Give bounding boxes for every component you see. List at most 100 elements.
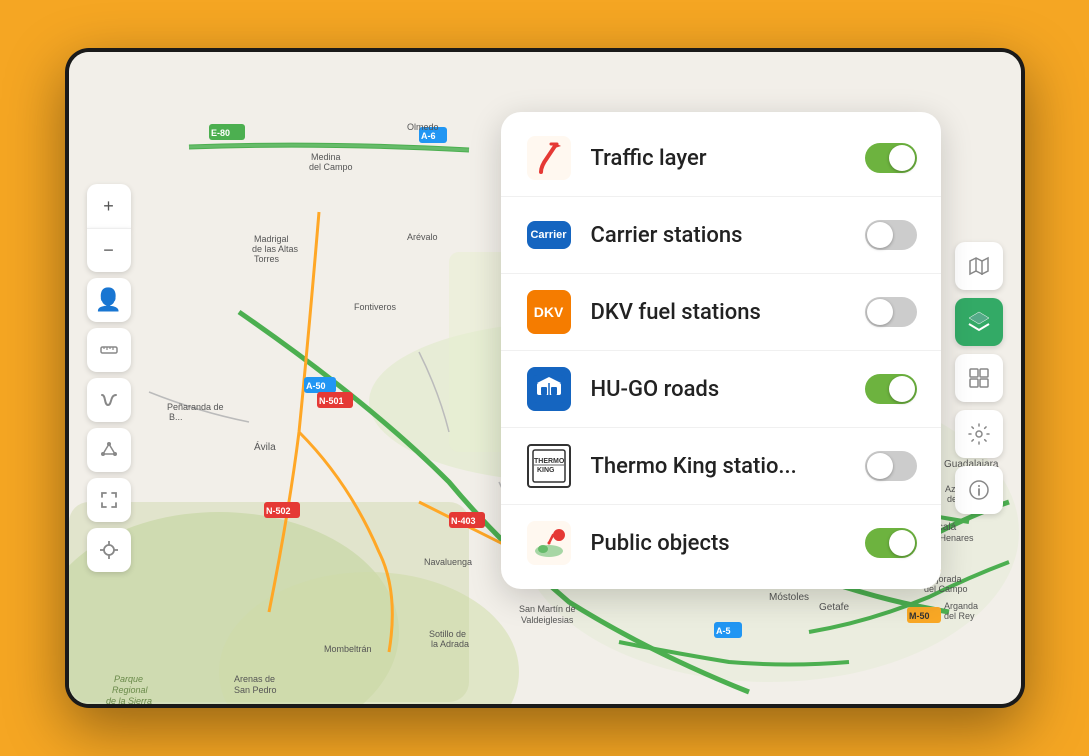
map-button[interactable] [955,242,1003,290]
ruler-icon [98,339,120,361]
hugo-layer-item[interactable]: HU-GO roads [501,351,941,428]
street-view-button[interactable]: 👤 [87,278,131,322]
public-toggle-thumb [889,530,915,556]
traffic-layer-label: Traffic layer [591,146,847,171]
carrier-toggle-thumb [867,222,893,248]
locate-button[interactable] [87,528,131,572]
svg-text:A-50: A-50 [306,381,326,391]
traffic-layer-item[interactable]: Traffic layer [501,120,941,197]
svg-text:Navaluenga: Navaluenga [424,557,472,567]
ruler-button[interactable] [87,328,131,372]
svg-text:Fontiveros: Fontiveros [354,302,397,312]
svg-text:Sotillo de: Sotillo de [429,629,466,639]
svg-text:A-6: A-6 [421,131,436,141]
svg-text:Getafe: Getafe [819,602,849,613]
chart-icon [967,366,991,390]
dkv-layer-label: DKV fuel stations [591,300,847,325]
public-layer-item[interactable]: Public objects [501,505,941,581]
layers-panel: Traffic layer Carrier Carrier stations [501,112,941,589]
route-button[interactable] [87,378,131,422]
svg-text:de las Altas: de las Altas [252,244,299,254]
svg-text:Móstoles: Móstoles [769,592,809,603]
svg-text:del Campo: del Campo [309,162,353,172]
svg-text:Regional: Regional [112,685,149,695]
svg-text:Arganda: Arganda [944,601,978,611]
settings-icon [967,422,991,446]
svg-text:Mombeltrán: Mombeltrán [324,644,372,654]
thermo-layer-icon: THERMO KING [525,442,573,490]
svg-text:San Pedro: San Pedro [234,685,277,695]
thermo-toggle-track [865,451,917,481]
expand-icon [98,489,120,511]
traffic-toggle-track [865,143,917,173]
svg-text:THERMO: THERMO [534,458,565,465]
svg-text:Torres: Torres [254,254,280,264]
traffic-toggle-thumb [889,145,915,171]
hugo-layer-toggle[interactable] [865,374,917,404]
dkv-layer-item[interactable]: DKV DKV fuel stations [501,274,941,351]
public-toggle-track [865,528,917,558]
zoom-in-button[interactable]: + [87,184,131,228]
svg-text:Arévalo: Arévalo [407,232,438,242]
svg-text:Madrigal: Madrigal [254,234,289,244]
traffic-layer-toggle[interactable] [865,143,917,173]
layers-icon [967,310,991,334]
chart-button[interactable] [955,354,1003,402]
minus-icon: − [103,240,114,261]
person-icon: 👤 [95,287,122,313]
hugo-toggle-thumb [889,376,915,402]
hugo-toggle-track [865,374,917,404]
hugo-layer-icon [525,365,573,413]
svg-text:E-80: E-80 [211,128,230,138]
device-frame: E-80 A-6 A-50 N-501 N-502 N-403 A-5 [65,48,1025,708]
dkv-layer-toggle[interactable] [865,297,917,327]
thermo-layer-item[interactable]: THERMO KING Thermo King statio... [501,428,941,505]
plus-icon: + [103,196,114,217]
svg-text:N-501: N-501 [319,396,344,406]
svg-text:Olmedo: Olmedo [407,122,439,132]
public-layer-label: Public objects [591,531,847,556]
svg-text:Peñaranda de: Peñaranda de [167,402,224,412]
map-icon [967,254,991,278]
svg-text:San Martín de: San Martín de [519,604,576,614]
carrier-layer-toggle[interactable] [865,220,917,250]
route-icon [98,389,120,411]
svg-text:N-403: N-403 [451,516,476,526]
thermo-layer-label: Thermo King statio... [591,454,847,479]
hugo-layer-label: HU-GO roads [591,377,847,402]
dkv-toggle-thumb [867,299,893,325]
dkv-layer-icon: DKV [525,288,573,336]
svg-text:M-50: M-50 [909,611,930,621]
zoom-out-button[interactable]: − [87,228,131,272]
public-layer-icon [525,519,573,567]
svg-text:la Adrada: la Adrada [431,639,469,649]
settings-button[interactable] [955,410,1003,458]
thermo-logo: THERMO KING [527,444,571,488]
info-button[interactable] [955,466,1003,514]
public-layer-toggle[interactable] [865,528,917,558]
svg-text:N-502: N-502 [266,506,291,516]
traffic-layer-icon [525,134,573,182]
layers-button[interactable] [955,298,1003,346]
fullscreen-button[interactable] [87,478,131,522]
hugo-logo [527,367,571,411]
carrier-toggle-track [865,220,917,250]
svg-text:B...: B... [169,412,183,422]
carrier-layer-label: Carrier stations [591,223,847,248]
svg-text:Ávila: Ávila [254,440,276,453]
svg-text:Medina: Medina [311,152,341,162]
dkv-logo: DKV [527,290,571,334]
svg-text:A-5: A-5 [716,626,731,636]
carrier-layer-icon: Carrier [525,211,573,259]
carrier-layer-item[interactable]: Carrier Carrier stations [501,197,941,274]
thermo-toggle-thumb [867,453,893,479]
dkv-toggle-track [865,297,917,327]
nodes-button[interactable] [87,428,131,472]
svg-text:Valdeiglesias: Valdeiglesias [521,615,574,625]
svg-text:Arenas de: Arenas de [234,674,275,684]
nodes-icon [98,439,120,461]
map-container: E-80 A-6 A-50 N-501 N-502 N-403 A-5 [69,52,1021,704]
thermo-layer-toggle[interactable] [865,451,917,481]
svg-text:KING: KING [537,467,555,474]
svg-text:del Rey: del Rey [944,611,975,621]
